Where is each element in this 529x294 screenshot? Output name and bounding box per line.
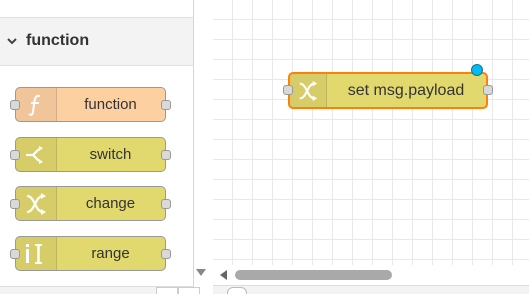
palette-node-label: function <box>84 96 137 113</box>
change-icon <box>26 193 46 215</box>
output-port <box>161 199 171 209</box>
node-changed-indicator <box>471 64 483 76</box>
output-port[interactable] <box>483 85 493 95</box>
chevron-down-icon[interactable] <box>5 34 19 48</box>
palette-category-label: function <box>26 32 90 49</box>
function-icon <box>28 94 41 116</box>
node-icon-area <box>16 138 57 171</box>
workspace-horizontal-scrollbar[interactable] <box>213 265 529 285</box>
switch-icon <box>26 146 43 164</box>
palette-node-label: change <box>85 195 136 212</box>
output-port <box>161 150 171 160</box>
palette-node-label: range <box>91 245 130 262</box>
flow-node-change[interactable]: set msg.payload <box>283 64 493 109</box>
palette-category-header[interactable]: function <box>0 17 193 66</box>
palette-node-function[interactable]: function <box>10 87 171 122</box>
input-port <box>10 249 20 259</box>
flow-node-label: set msg.payload <box>347 82 465 99</box>
input-port <box>10 150 20 160</box>
palette-node-label: switch <box>89 146 132 163</box>
change-icon <box>299 80 318 102</box>
input-port <box>10 100 20 110</box>
node-icon-area <box>290 74 327 107</box>
flow-workspace[interactable]: set msg.payload <box>213 0 529 265</box>
palette-node-switch[interactable]: switch <box>10 137 171 172</box>
input-port[interactable] <box>283 85 293 95</box>
input-port <box>10 199 20 209</box>
node-icon-area <box>16 88 57 121</box>
node-icon-area <box>16 187 57 220</box>
palette-node-change[interactable]: change <box>10 186 171 221</box>
palette-panel: function function switch change range <box>0 0 200 294</box>
node-icon-area <box>16 237 57 270</box>
output-port <box>161 249 171 259</box>
scroll-left-arrow[interactable] <box>220 270 227 280</box>
output-port <box>161 100 171 110</box>
palette-node-range[interactable]: range <box>10 236 171 271</box>
range-icon <box>26 244 42 264</box>
palette-scroll-down-arrow[interactable] <box>196 269 206 276</box>
scrollbar-thumb[interactable] <box>235 270 392 280</box>
